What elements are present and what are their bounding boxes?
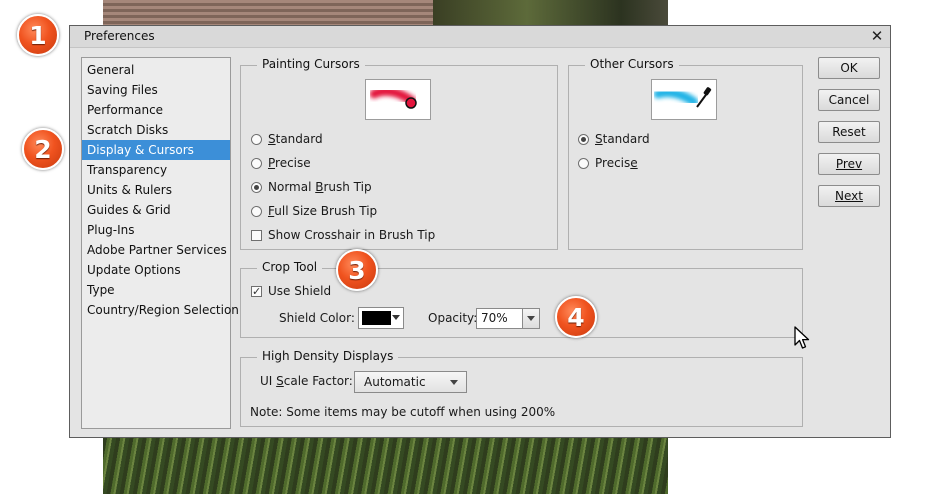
annotation-badge-2: 2 bbox=[22, 128, 64, 170]
chevron-down-icon bbox=[446, 373, 460, 391]
annotation-badge-4: 4 bbox=[555, 296, 597, 338]
ui-scale-value: Automatic bbox=[364, 375, 426, 389]
painting-normal-label: rush Tip bbox=[323, 180, 372, 194]
title-bar[interactable]: Preferences ✕ bbox=[70, 26, 890, 48]
eyedropper-icon bbox=[653, 87, 712, 108]
other-precise-mnemonic: e bbox=[630, 156, 638, 170]
other-standard-option[interactable]: Standard bbox=[578, 130, 650, 148]
use-shield-label: Use Shield bbox=[268, 284, 332, 298]
painting-full-size-option[interactable]: Full Size Brush Tip bbox=[251, 202, 377, 220]
next-label: Next bbox=[835, 189, 863, 203]
prev-button[interactable]: Prev bbox=[818, 153, 880, 175]
sidebar-item-type[interactable]: Type bbox=[82, 280, 230, 300]
sidebar-item-transparency[interactable]: Transparency bbox=[82, 160, 230, 180]
painting-cursors-title: Painting Cursors bbox=[257, 57, 365, 71]
category-list: General Saving Files Performance Scratch… bbox=[81, 57, 239, 429]
painting-precise-option[interactable]: Precise bbox=[251, 154, 311, 172]
sidebar-item-adobe-partner-services[interactable]: Adobe Partner Services bbox=[82, 240, 230, 260]
painting-cursor-preview bbox=[365, 79, 431, 120]
close-icon: ✕ bbox=[870, 27, 884, 45]
high-density-note: Note: Some items may be cutoff when usin… bbox=[250, 405, 556, 419]
crop-tool-title: Crop Tool bbox=[257, 260, 323, 274]
background-photo-grass bbox=[103, 438, 668, 494]
chevron-down-icon bbox=[392, 315, 400, 320]
preferences-dialog: Preferences ✕ General Saving Files Perfo… bbox=[69, 25, 891, 438]
prev-label: Prev bbox=[835, 157, 863, 171]
shield-color-label: Shield Color: bbox=[279, 311, 355, 325]
other-cursor-preview bbox=[651, 79, 717, 120]
painting-precise-radio[interactable] bbox=[251, 158, 262, 169]
use-shield-option[interactable]: Use Shield bbox=[251, 282, 332, 301]
use-shield-checkbox[interactable] bbox=[251, 283, 262, 301]
cancel-button[interactable]: Cancel bbox=[818, 89, 880, 111]
ui-scale-label: UI Scale Factor: bbox=[260, 372, 353, 390]
background-photo-top bbox=[103, 0, 668, 26]
next-button[interactable]: Next bbox=[818, 185, 880, 207]
sidebar-item-update-options[interactable]: Update Options bbox=[82, 260, 230, 280]
sidebar-item-scratch-disks[interactable]: Scratch Disks bbox=[82, 120, 230, 140]
painting-standard-radio[interactable] bbox=[251, 134, 262, 145]
close-button[interactable]: ✕ bbox=[868, 27, 886, 45]
painting-normal-brush-radio[interactable] bbox=[251, 182, 262, 193]
painting-full-size-label: ull Size Brush Tip bbox=[274, 204, 378, 218]
ui-scale-rest: cale Factor: bbox=[283, 374, 353, 388]
sidebar-item-saving-files[interactable]: Saving Files bbox=[82, 80, 230, 100]
sidebar-item-display-cursors[interactable]: Display & Cursors bbox=[82, 140, 230, 160]
sidebar-item-guides-grid[interactable]: Guides & Grid bbox=[82, 200, 230, 220]
other-precise-radio[interactable] bbox=[578, 158, 589, 169]
annotation-badge-3: 3 bbox=[336, 249, 378, 291]
ui-scale-prefix: UI bbox=[260, 374, 277, 388]
other-cursors-title: Other Cursors bbox=[585, 57, 679, 71]
sidebar-item-performance[interactable]: Performance bbox=[82, 100, 230, 120]
opacity-dropdown-button[interactable] bbox=[522, 308, 540, 329]
opacity-label: Opacity: bbox=[428, 311, 478, 325]
painting-standard-mnemonic: S bbox=[268, 132, 276, 146]
background-fence bbox=[103, 0, 433, 26]
painting-standard-label: tandard bbox=[275, 132, 323, 146]
painting-precise-mnemonic: P bbox=[268, 156, 276, 170]
painting-full-size-radio[interactable] bbox=[251, 206, 262, 217]
painting-precise-label: recise bbox=[275, 156, 311, 170]
crosshair-checkbox[interactable] bbox=[251, 230, 262, 241]
sidebar-item-plug-ins[interactable]: Plug-Ins bbox=[82, 220, 230, 240]
ui-scale-mnemonic: S bbox=[276, 374, 284, 388]
sidebar-item-country-region[interactable]: Country/Region Selection bbox=[82, 300, 239, 320]
other-precise-option[interactable]: Precise bbox=[578, 154, 638, 172]
window-title: Preferences bbox=[84, 29, 155, 43]
reset-button[interactable]: Reset bbox=[818, 121, 880, 143]
opacity-input[interactable]: 70% bbox=[476, 308, 523, 329]
brush-stroke-circle-icon bbox=[369, 86, 417, 109]
background-tree bbox=[433, 0, 668, 26]
shield-color-swatch bbox=[362, 311, 391, 325]
other-standard-mnemonic: S bbox=[595, 132, 603, 146]
crosshair-label: Show Crosshair in Brush Tip bbox=[268, 228, 436, 242]
ok-button[interactable]: OK bbox=[818, 57, 880, 79]
other-standard-radio[interactable] bbox=[578, 134, 589, 145]
high-density-title: High Density Displays bbox=[257, 349, 399, 363]
arrow-cursor-icon bbox=[794, 326, 810, 349]
annotation-badge-1: 1 bbox=[17, 14, 59, 56]
painting-normal-brush-option[interactable]: Normal Brush Tip bbox=[251, 178, 372, 196]
ui-scale-select[interactable]: Automatic bbox=[354, 371, 467, 393]
painting-standard-option[interactable]: Standard bbox=[251, 130, 323, 148]
sidebar-item-units-rulers[interactable]: Units & Rulers bbox=[82, 180, 230, 200]
other-standard-label: tandard bbox=[602, 132, 650, 146]
sidebar-item-general[interactable]: General bbox=[82, 60, 230, 80]
painting-normal-prefix: Normal bbox=[268, 180, 316, 194]
other-precise-label: Precis bbox=[595, 156, 631, 170]
shield-color-picker[interactable] bbox=[358, 307, 404, 329]
crosshair-option[interactable]: Show Crosshair in Brush Tip bbox=[251, 226, 435, 244]
